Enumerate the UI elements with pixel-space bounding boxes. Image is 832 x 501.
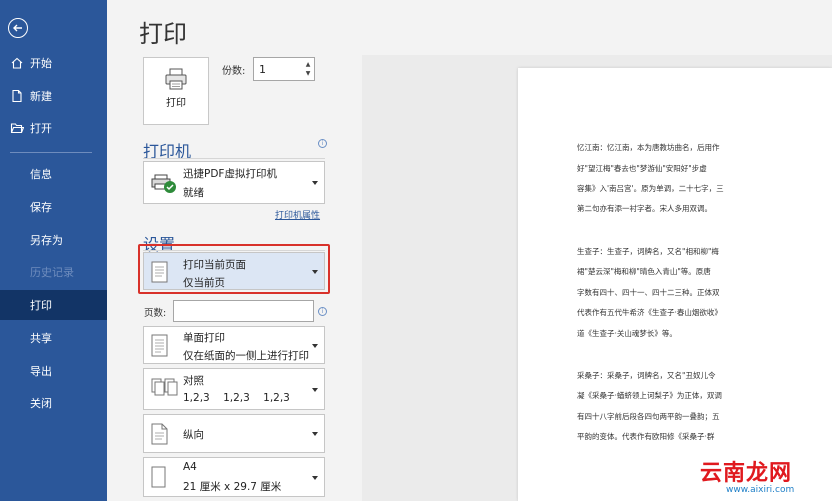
sidebar-item-label: 打印: [30, 299, 52, 312]
collate-label: 对照: [183, 375, 204, 387]
chevron-down-icon: [312, 344, 318, 348]
page-title: 打印: [139, 20, 187, 48]
preview-text-line: 平韵的变体。代表作有欧阳修《采桑子·群: [577, 432, 715, 441]
chevron-down-icon: [312, 432, 318, 436]
sidebar-item-label: 关闭: [30, 397, 52, 410]
preview-text-line: 采桑子：采桑子，词牌名，又名"丑奴儿令: [577, 371, 716, 380]
sidebar-item-print[interactable]: 打印: [0, 290, 107, 320]
spin-arrows-icon[interactable]: ▲ ▼: [304, 60, 312, 78]
sidebar-divider: [10, 152, 92, 153]
sidebar-item-save-as[interactable]: 另存为: [0, 225, 107, 255]
sidebar-item-new[interactable]: 新建: [0, 81, 107, 111]
copies-label: 份数:: [222, 66, 246, 77]
chevron-down-icon: [312, 476, 318, 480]
copies-value: 1: [259, 63, 266, 76]
printer-ready-icon: [151, 174, 177, 198]
single-sided-icon: [151, 334, 169, 362]
portrait-icon: [151, 423, 169, 449]
sidebar-item-save[interactable]: 保存: [0, 192, 107, 222]
preview-text-line: 好"望江梅"春去也"梦游仙"安阳好"步虚: [577, 164, 707, 173]
highlight-box: [138, 244, 330, 294]
orientation-select[interactable]: 纵向: [143, 414, 325, 453]
sides-label: 单面打印: [183, 332, 225, 344]
sidebar-item-label: 开始: [30, 57, 52, 70]
sidebar-item-label: 历史记录: [30, 266, 74, 279]
sidebar-item-label: 打开: [30, 122, 52, 135]
print-preview-page: 忆江南：忆江南，本为唐教坊曲名，后用作 好"望江梅"春去也"梦游仙"安阳好"步虚…: [518, 68, 832, 501]
paper-size-desc: 21 厘米 x 29.7 厘米: [183, 481, 282, 493]
back-arrow-icon[interactable]: [8, 18, 28, 38]
sides-select[interactable]: 单面打印 仅在纸面的一侧上进行打印: [143, 326, 325, 364]
sidebar-item-info[interactable]: 信息: [0, 159, 107, 189]
print-button-label: 打印: [166, 98, 186, 109]
paper-size-select[interactable]: A4 21 厘米 x 29.7 厘米: [143, 457, 325, 497]
pages-input[interactable]: [173, 300, 314, 322]
new-document-icon: [10, 89, 24, 103]
preview-text-line: 凝《采桑子·蝤蛴领上诃梨子》为正体，双调: [577, 391, 722, 400]
sidebar-item-home[interactable]: 开始: [0, 48, 107, 78]
preview-text-line: 字数有四十、四十一、四十二三种。正体双: [577, 288, 720, 297]
chevron-down-icon: [312, 181, 318, 185]
sidebar-item-share[interactable]: 共享: [0, 323, 107, 353]
sidebar-item-label: 共享: [30, 332, 52, 345]
sidebar-item-label: 信息: [30, 168, 52, 181]
sidebar-item-open[interactable]: 打开: [0, 113, 107, 143]
home-icon: [10, 56, 24, 70]
preview-text-line: 容集》入'南吕宫'。原为单调，二十七字，三: [577, 184, 724, 193]
sides-desc: 仅在纸面的一侧上进行打印: [183, 350, 309, 362]
preview-text-line: 生查子：生查子，词牌名，又名"相和柳"梅: [577, 247, 719, 256]
sidebar-item-label: 保存: [30, 201, 52, 214]
printer-name: 迅捷PDF虚拟打印机: [183, 168, 277, 180]
chevron-down-icon: [312, 388, 318, 392]
copies-stepper[interactable]: 1 ▲ ▼: [253, 57, 315, 81]
printer-properties-link[interactable]: 打印机属性: [275, 208, 320, 221]
sidebar-item-export[interactable]: 导出: [0, 356, 107, 386]
printer-status: 就绪: [183, 187, 204, 199]
paper-size-icon: [151, 466, 167, 492]
watermark-text: 云南龙网: [700, 461, 793, 486]
collate-icon: [151, 378, 179, 404]
sidebar-item-close[interactable]: 关闭: [0, 388, 107, 418]
pages-label: 页数:: [144, 308, 167, 319]
paper-size-label: A4: [183, 461, 197, 473]
sidebar-item-history: 历史记录: [0, 257, 107, 287]
sidebar-item-label: 导出: [30, 365, 52, 378]
preview-text-line: 忆江南：忆江南，本为唐教坊曲名，后用作: [577, 143, 720, 152]
printer-select[interactable]: 迅捷PDF虚拟打印机 就绪: [143, 161, 325, 204]
info-icon[interactable]: i: [318, 139, 327, 148]
info-icon[interactable]: i: [318, 307, 327, 316]
preview-text-line: 道《生查子·关山魂梦长》等。: [577, 329, 677, 338]
preview-text-line: 第二句亦有添一衬字者。宋人多用双调。: [577, 204, 712, 213]
preview-text-line: 有四十八字前后段各四句两平韵一叠韵；五: [577, 412, 720, 421]
watermark-url: www.aixiri.com: [726, 485, 795, 495]
open-folder-icon: [10, 121, 25, 135]
preview-text-line: 代表作有五代牛希济《生查子·春山烟欲收》: [577, 308, 722, 317]
collate-desc: 1,2,3 1,2,3 1,2,3: [183, 392, 290, 404]
sidebar-item-label: 新建: [30, 90, 52, 103]
orientation-label: 纵向: [183, 429, 204, 441]
collate-select[interactable]: 对照 1,2,3 1,2,3 1,2,3: [143, 368, 325, 410]
backstage-sidebar: 开始 新建 打开 信息 保存 另存为 历史记录 打印 共享 导出 关闭: [0, 0, 107, 501]
print-button[interactable]: 打印: [143, 57, 209, 125]
section-divider: [143, 158, 325, 159]
preview-text-line: 裙"楚云深"梅和柳"晴色入青山"等。原唐: [577, 267, 711, 276]
sidebar-item-label: 另存为: [30, 234, 63, 247]
watermark-logo: 云南龙网 www.aixiri.com: [700, 455, 794, 495]
printer-icon: [164, 68, 188, 94]
